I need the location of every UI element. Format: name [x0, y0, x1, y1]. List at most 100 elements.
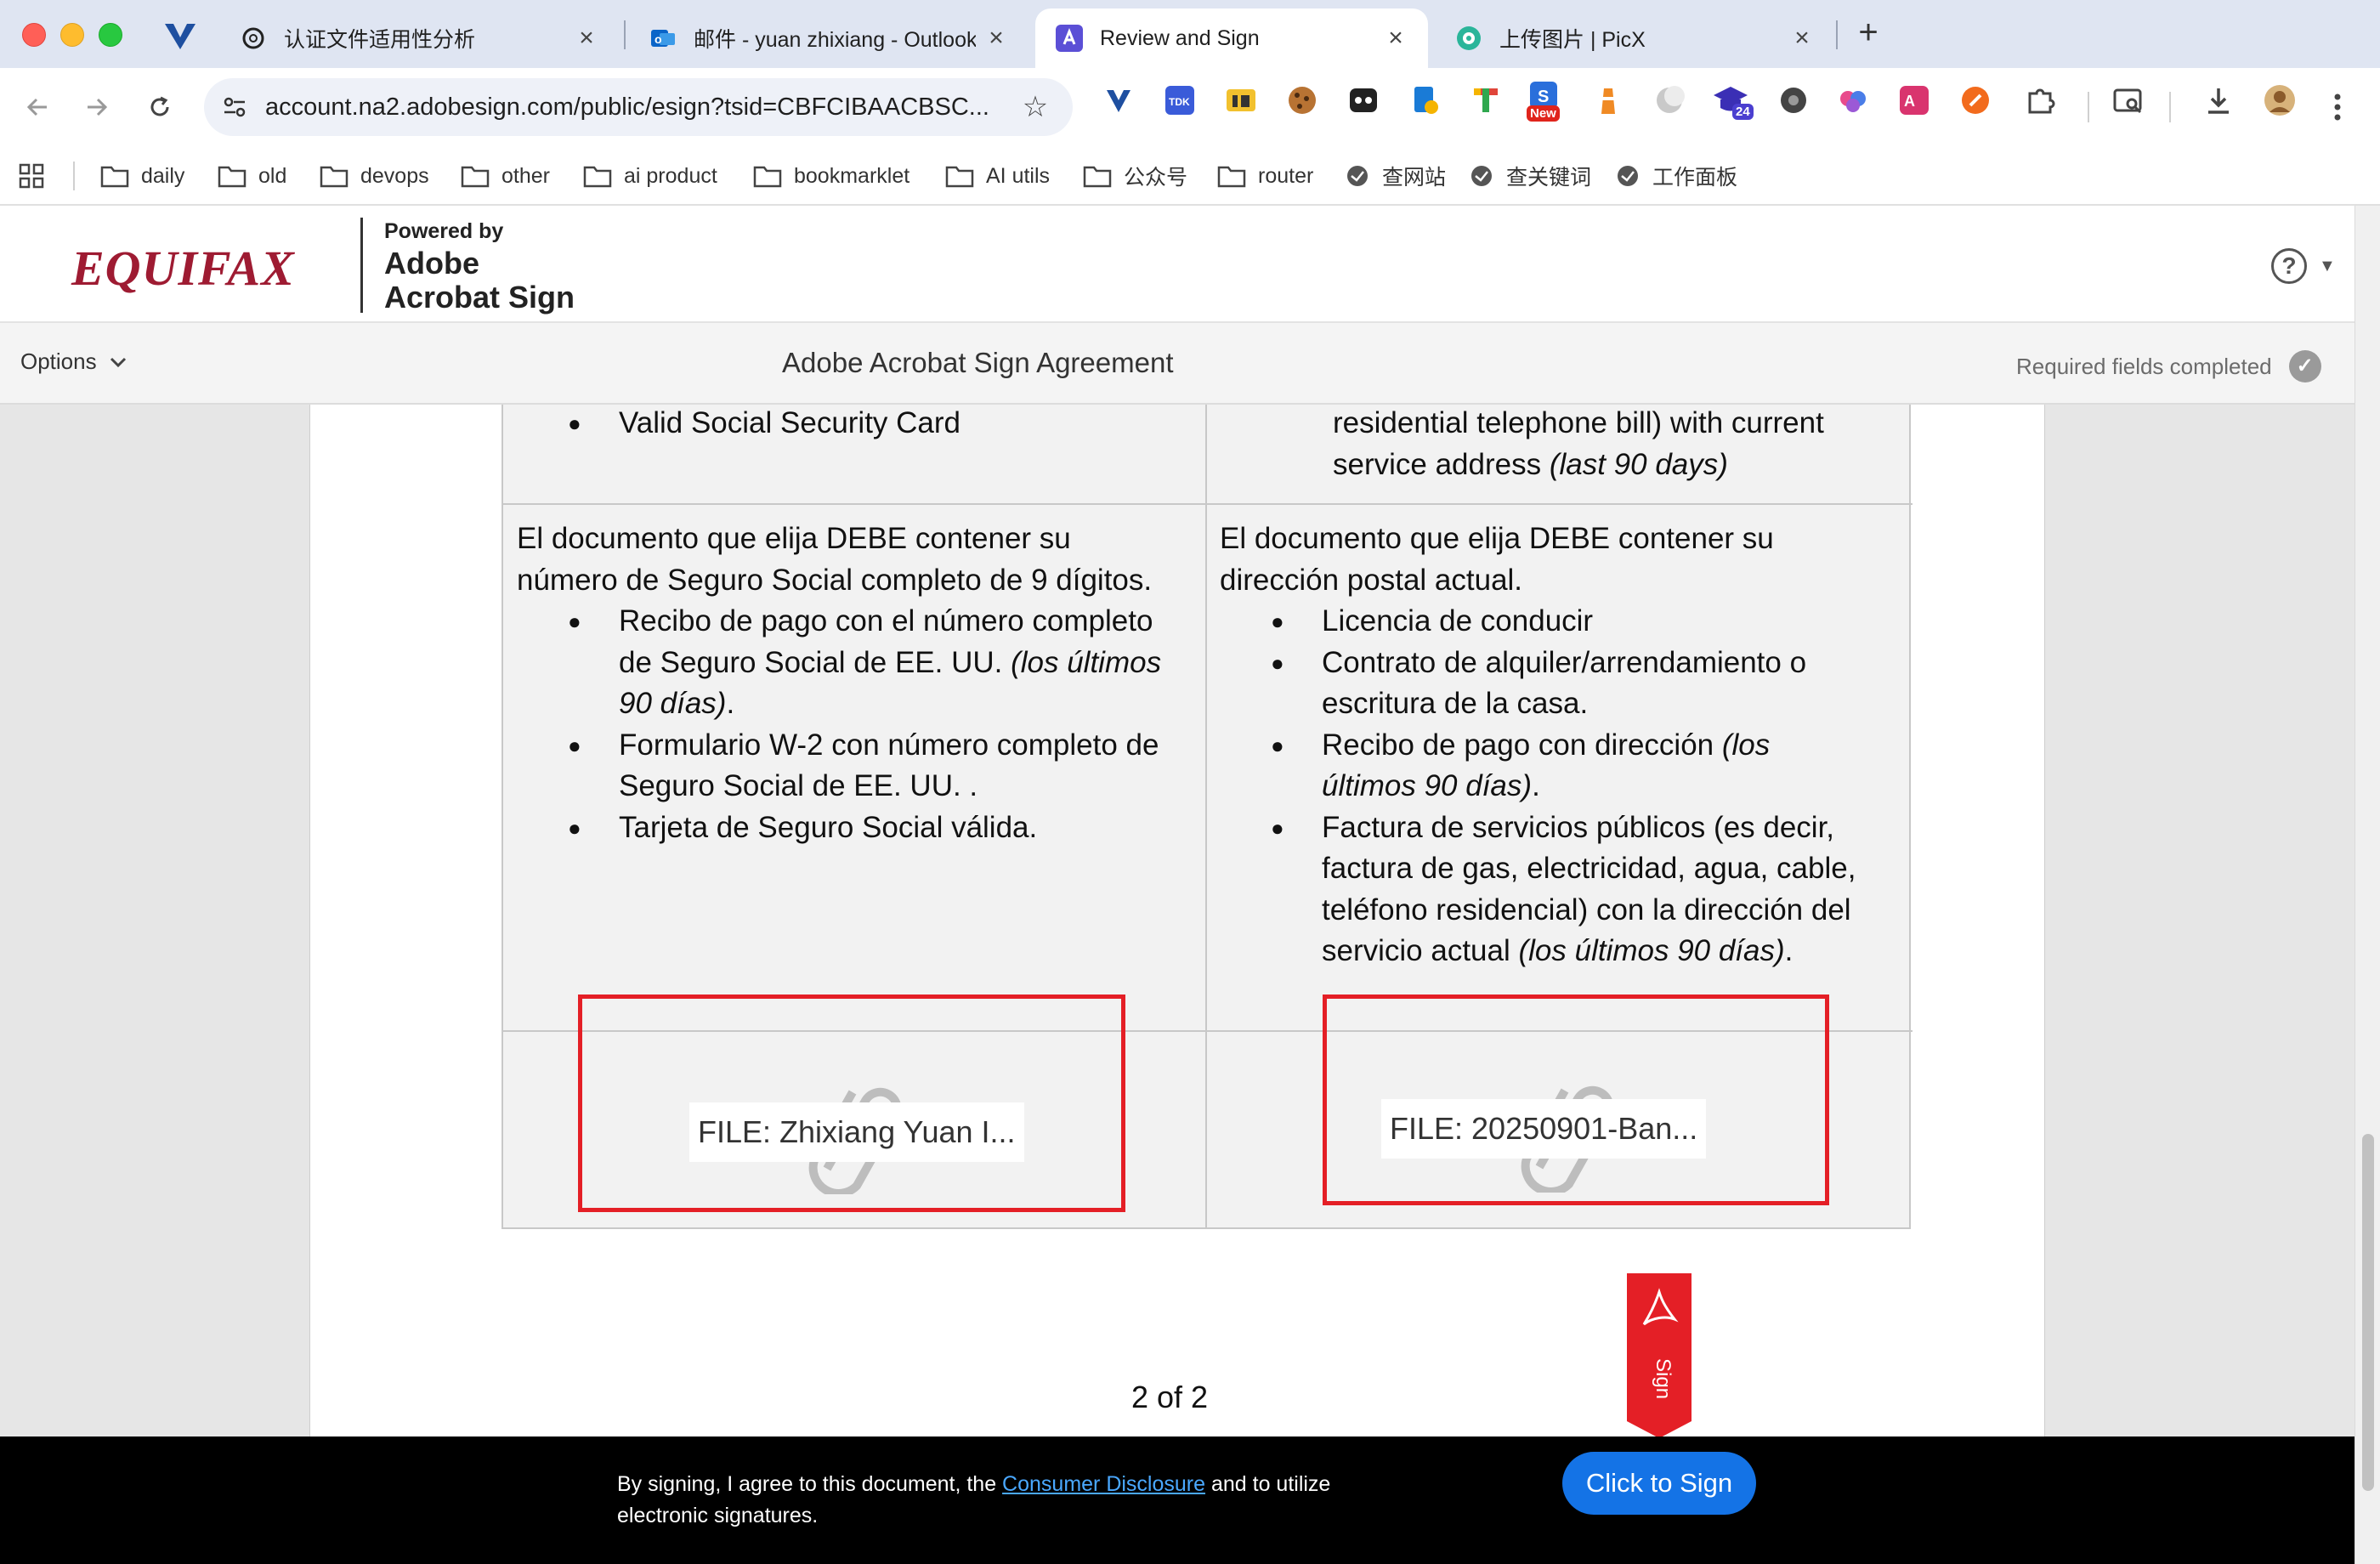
back-button[interactable] [15, 85, 60, 129]
document-viewer: 2 of 2 Valid Social Security Card reside… [0, 405, 2354, 1436]
bookmark-router[interactable]: router [1217, 146, 1313, 206]
bookmark-bookmarklet[interactable]: bookmarklet [753, 146, 910, 206]
tab-separator [624, 20, 626, 49]
options-menu-button[interactable]: Options [20, 348, 128, 375]
tab-analysis[interactable]: 认证文件适用性分析 × [219, 8, 619, 68]
file-attachment-field-right[interactable]: FILE: 20250901-Ban... [1323, 994, 1829, 1205]
window-close-button[interactable] [22, 23, 46, 47]
signing-footer: By signing, I agree to this document, th… [0, 1436, 2354, 1564]
scrollbar-thumb[interactable] [2362, 1134, 2374, 1491]
italic-text: últimos 90 días) [1322, 769, 1533, 802]
bookmark-other[interactable]: other [461, 146, 550, 206]
consumer-disclosure-link[interactable]: Consumer Disclosure [1002, 1472, 1205, 1496]
close-tab-icon[interactable]: × [575, 26, 598, 51]
bookmark-check-keywords[interactable]: 查关键词 [1469, 146, 1591, 206]
bookmark-label: bookmarklet [794, 163, 910, 188]
list-item: Formulario W-2 con número completo de Se… [517, 725, 1197, 808]
window-maximize-button[interactable] [99, 23, 122, 47]
brain-icon[interactable] [1836, 83, 1870, 117]
tdk-extension-icon[interactable]: TDK [1163, 83, 1197, 117]
bookmark-label: 公众号 [1124, 166, 1188, 190]
download-icon[interactable] [2202, 83, 2236, 117]
orange-extension-icon[interactable] [1958, 83, 1992, 117]
new-extension[interactable]: S New [1525, 80, 1567, 122]
sign-flag-label: Sign [1652, 1358, 1674, 1400]
tab-title: 上传图片 | PicX [1499, 28, 1646, 52]
list-item: Tarjeta de Seguro Social válida. [517, 808, 1197, 849]
bookmark-workbench[interactable]: 工作面板 [1615, 146, 1737, 206]
list-item: Recibo de pago con el número completo de… [517, 601, 1197, 725]
file-name-label: FILE: Zhixiang Yuan I... [689, 1102, 1024, 1162]
text-line: Contrato de alquiler/arrendamiento o [1322, 645, 1807, 679]
text-span: . [1532, 769, 1540, 802]
t-extension-icon[interactable] [1469, 83, 1503, 117]
text-line: Recibo de pago con el número completo [619, 604, 1153, 638]
document-download-icon[interactable] [1408, 83, 1442, 117]
file-attachment-field-left[interactable]: FILE: Zhixiang Yuan I... [578, 994, 1125, 1212]
bookmark-label: other [502, 163, 550, 188]
folder-icon [320, 166, 348, 188]
close-tab-icon[interactable]: × [1790, 26, 1814, 51]
dark-circle-icon[interactable] [1776, 83, 1810, 117]
picx-icon [1455, 25, 1482, 52]
tab-picx[interactable]: 上传图片 | PicX × [1435, 8, 1834, 68]
folder-icon [461, 166, 490, 188]
graduation-extension[interactable]: 24 [1712, 82, 1758, 128]
pinned-tab[interactable] [162, 19, 199, 53]
browser-menu-button[interactable] [2329, 88, 2346, 126]
folder-extension-icon[interactable] [1224, 83, 1258, 117]
site-settings-icon[interactable] [221, 94, 248, 121]
address-bar[interactable]: account.na2.adobesign.com/public/esign?t… [204, 78, 1073, 136]
bookmark-gongzhonghao[interactable]: 公众号 [1083, 146, 1187, 206]
bookmark-old[interactable]: old [218, 146, 286, 206]
bookmark-ai-utils[interactable]: AI utils [945, 146, 1050, 206]
text-line: Recibo de pago con dirección (los [1322, 725, 1900, 767]
puzzle-icon[interactable] [2023, 83, 2057, 117]
close-tab-icon[interactable]: × [984, 26, 1008, 51]
help-dropdown-icon[interactable]: ▼ [2319, 257, 2336, 276]
bookmark-devops[interactable]: devops [320, 146, 429, 206]
bookmark-label: ai product [624, 163, 717, 188]
product-name-line1: Adobe [384, 246, 479, 280]
sign-here-flag[interactable]: Sign [1627, 1273, 1692, 1436]
table-row-divider [503, 503, 1912, 505]
page-scrollbar[interactable] [2354, 206, 2380, 1564]
reload-button[interactable] [138, 85, 182, 129]
outlook-icon: o [649, 25, 677, 52]
cookie-icon[interactable] [1285, 83, 1319, 117]
moon-icon[interactable] [1652, 83, 1686, 117]
consent-text-start: By signing, I agree to this document, th… [617, 1472, 1003, 1496]
bookmark-ai-product[interactable]: ai product [583, 146, 717, 206]
bookmark-daily[interactable]: daily [100, 146, 184, 206]
document-table: Valid Social Security Card residential t… [502, 405, 1912, 1229]
text-span: de Seguro Social de EE. UU. [619, 645, 1012, 679]
avatar[interactable] [2263, 83, 2297, 117]
toolbar-divider [2169, 92, 2171, 122]
consent-text: By signing, I agree to this document, th… [617, 1469, 1416, 1532]
apps-grid-icon [19, 163, 44, 189]
text-line: El documento que elija DEBE contener su [517, 522, 1071, 555]
tab-search-icon[interactable] [2111, 83, 2145, 117]
v-extension-icon[interactable] [1102, 83, 1136, 117]
tab-outlook[interactable]: o 邮件 - yuan zhixiang - Outlook × [629, 8, 1028, 68]
lighthouse-icon[interactable] [1591, 83, 1625, 117]
new-tab-button[interactable]: + [1851, 15, 1885, 49]
click-to-sign-button[interactable]: Click to Sign [1562, 1452, 1756, 1515]
italic-text: 90 días) [619, 687, 727, 720]
window-minimize-button[interactable] [60, 23, 84, 47]
text-line: factura de gas, electricidad, agua, cabl… [1322, 852, 1856, 885]
text-span: service address [1333, 447, 1550, 481]
bookmark-star-icon[interactable]: ☆ [1018, 90, 1052, 124]
count-badge: 24 [1732, 104, 1754, 120]
mask-extension-icon[interactable] [1346, 83, 1380, 117]
translate-icon[interactable]: A [1897, 83, 1931, 117]
text-line: El documento que elija DEBE contener su [1220, 522, 1774, 555]
close-tab-icon[interactable]: × [1384, 26, 1408, 51]
requirements-list: Recibo de pago con el número completo de… [517, 601, 1197, 848]
bookmark-check-site[interactable]: 查网站 [1345, 146, 1446, 206]
help-icon[interactable]: ? [2271, 248, 2307, 284]
tab-review-and-sign[interactable]: Review and Sign × [1035, 8, 1428, 68]
list-item: Factura de servicios públicos (es decir,… [1220, 808, 1900, 972]
forward-button[interactable] [75, 85, 119, 129]
apps-button[interactable] [19, 146, 56, 206]
